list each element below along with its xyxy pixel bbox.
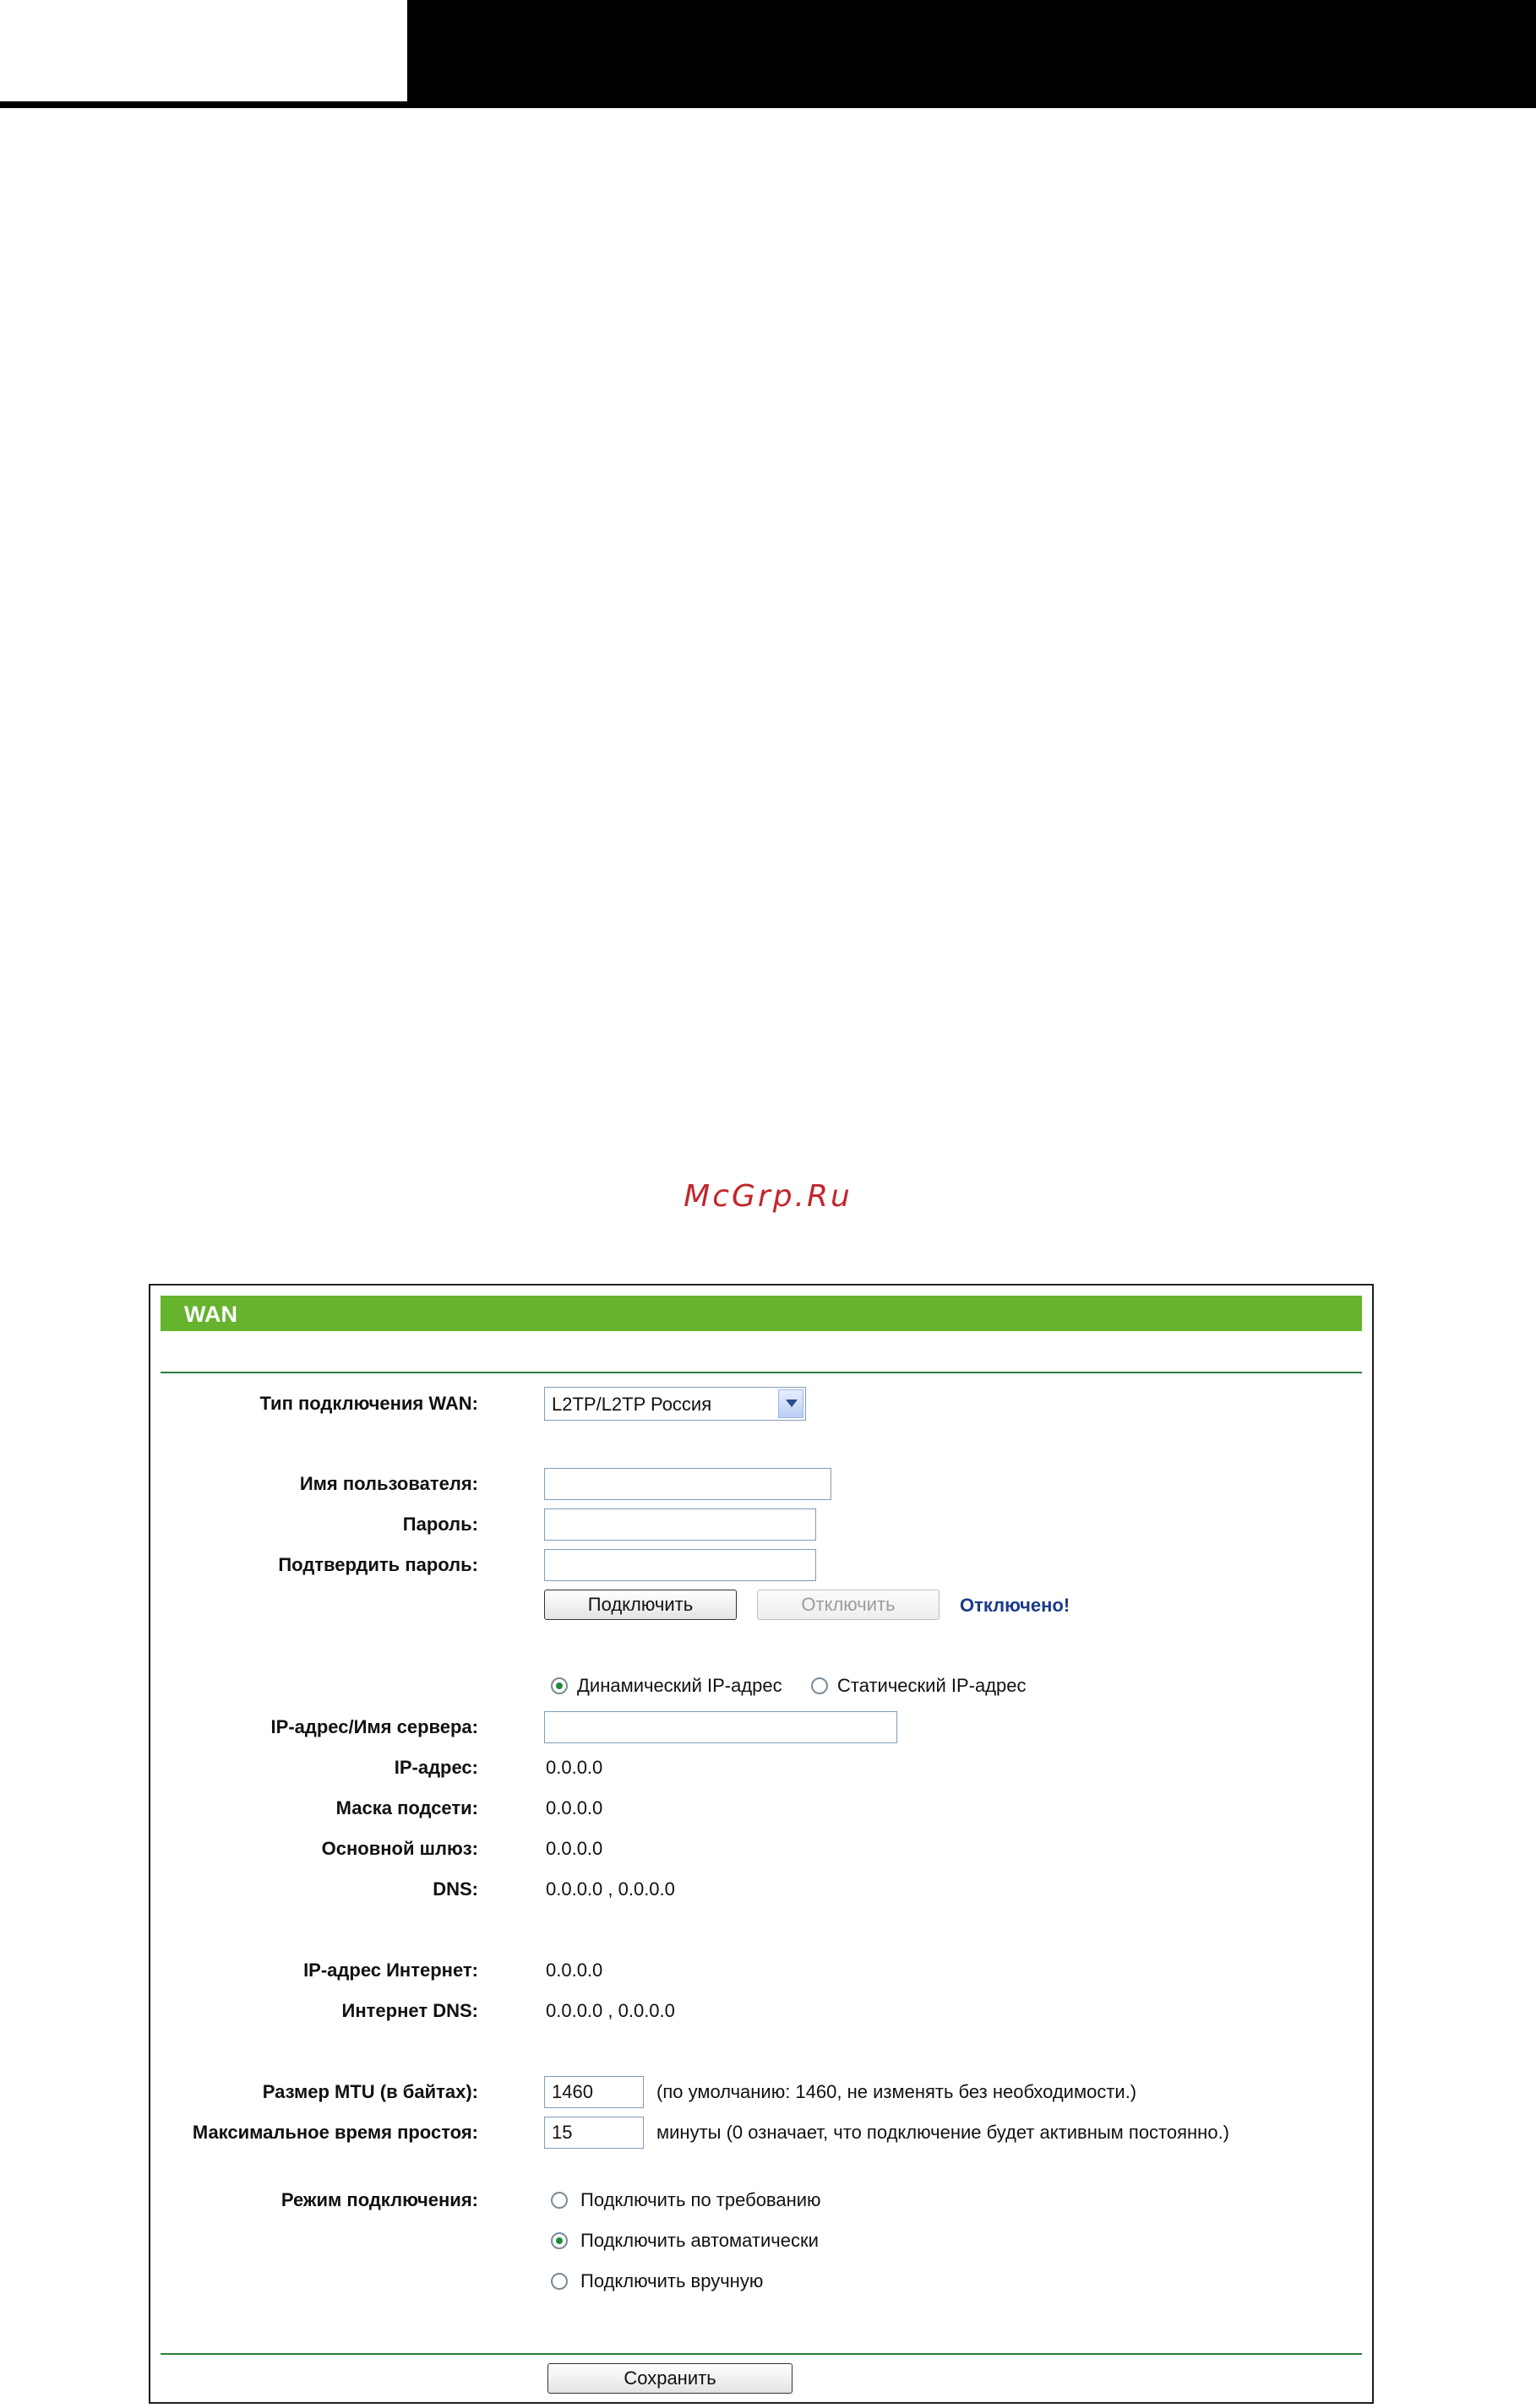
mode-label: Режим подключения: [281, 2189, 478, 2210]
panel-header: WAN [161, 1296, 1362, 1331]
ip-label: IP-адрес: [394, 1757, 478, 1778]
idle-label: Максимальное время простоя: [192, 2122, 478, 2143]
mode-on-demand-label: Подключить по требованию [580, 2189, 821, 2210]
mtu-hint: (по умолчанию: 1460, не изменять без нео… [656, 2081, 1137, 2102]
idle-input[interactable]: 15 [544, 2117, 644, 2149]
username-input[interactable] [544, 1468, 831, 1500]
gateway-value: 0.0.0.0 [546, 1838, 603, 1859]
connection-status: Отключено! [960, 1595, 1070, 1616]
panel-title: WAN [184, 1302, 237, 1327]
internet-ip-value: 0.0.0.0 [546, 1960, 603, 1981]
footer-divider [161, 2353, 1362, 2355]
mask-label: Маска подсети: [335, 1797, 478, 1818]
disconnect-button[interactable]: Отключить [757, 1590, 940, 1620]
mode-on-demand-radio[interactable] [551, 2192, 568, 2209]
mask-value: 0.0.0.0 [546, 1797, 603, 1818]
password-input[interactable] [544, 1508, 816, 1541]
wan-settings-panel: WAN Тип подключения WAN: L2TP/L2TP Росси… [149, 1284, 1374, 2404]
server-input[interactable] [544, 1711, 897, 1743]
internet-dns-label: Интернет DNS: [341, 2000, 478, 2021]
mode-manual-label: Подключить вручную [580, 2270, 764, 2291]
save-button[interactable]: Сохранить [547, 2363, 793, 2394]
static-ip-label: Статический IP-адрес [837, 1675, 1027, 1696]
mode-manual-radio[interactable] [551, 2273, 568, 2290]
watermark: McGrp.Ru [684, 1179, 852, 1214]
username-label: Имя пользователя: [299, 1473, 478, 1494]
top-bar-notch [0, 0, 407, 101]
mtu-label: Размер MTU (в байтах): [262, 2081, 478, 2102]
server-label: IP-адрес/Имя сервера: [270, 1716, 478, 1737]
dns-value: 0.0.0.0 , 0.0.0.0 [546, 1878, 675, 1900]
confirm-password-input[interactable] [544, 1549, 816, 1581]
password-label: Пароль: [402, 1514, 478, 1535]
header-divider [161, 1372, 1362, 1373]
chevron-down-icon[interactable] [778, 1389, 803, 1418]
mode-auto-label: Подключить автоматически [580, 2230, 819, 2251]
mode-auto-radio[interactable] [551, 2232, 568, 2249]
mtu-input[interactable]: 1460 [544, 2076, 644, 2108]
wan-type-label: Тип подключения WAN: [259, 1393, 478, 1414]
internet-ip-label: IP-адрес Интернет: [303, 1960, 478, 1981]
connect-button[interactable]: Подключить [544, 1590, 737, 1620]
internet-dns-value: 0.0.0.0 , 0.0.0.0 [546, 2000, 675, 2021]
wan-type-value: L2TP/L2TP Россия [552, 1394, 712, 1415]
gateway-label: Основной шлюз: [321, 1838, 478, 1859]
idle-hint: минуты (0 означает, что подключение буде… [656, 2122, 1230, 2143]
dns-label: DNS: [433, 1878, 478, 1900]
static-ip-radio[interactable] [811, 1677, 828, 1694]
wan-type-select[interactable]: L2TP/L2TP Россия [544, 1387, 806, 1421]
dynamic-ip-radio[interactable] [551, 1677, 568, 1694]
confirm-password-label: Подтвердить пароль: [278, 1554, 478, 1575]
dynamic-ip-label: Динамический IP-адрес [577, 1675, 782, 1696]
ip-value: 0.0.0.0 [546, 1757, 603, 1778]
